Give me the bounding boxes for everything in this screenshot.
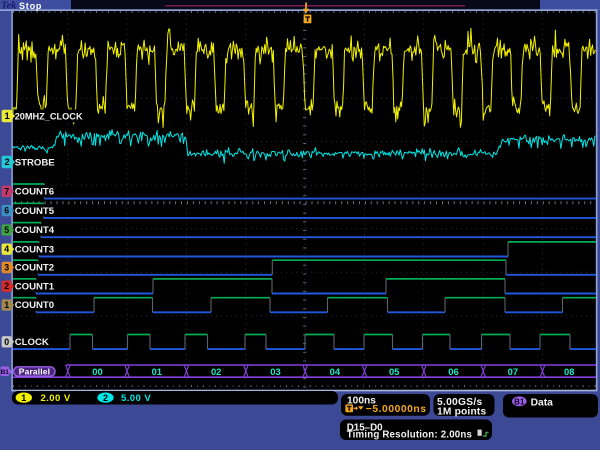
svg-text:1: 1 (21, 393, 26, 403)
svg-text:2: 2 (103, 393, 108, 403)
svg-text:4: 4 (4, 244, 9, 254)
svg-text:5: 5 (4, 225, 9, 235)
svg-text:COUNT6: COUNT6 (15, 187, 54, 198)
svg-text:CLOCK: CLOCK (15, 337, 49, 348)
svg-text:COUNT4: COUNT4 (15, 225, 55, 236)
svg-text:1: 1 (4, 110, 9, 121)
svg-text:2: 2 (4, 281, 9, 291)
svg-text:3: 3 (4, 263, 9, 273)
svg-text:Timing Resolution: 2.00ns: Timing Resolution: 2.00ns (347, 430, 472, 441)
svg-text:STROBE: STROBE (15, 158, 56, 169)
svg-text:Tek: Tek (1, 1, 17, 12)
svg-text:COUNT5: COUNT5 (15, 206, 55, 217)
svg-text:08: 08 (564, 366, 574, 377)
svg-text:02: 02 (211, 366, 221, 377)
svg-text:Data: Data (531, 397, 554, 408)
svg-text:07: 07 (508, 366, 518, 377)
svg-text:1: 1 (4, 300, 9, 310)
svg-text:05: 05 (389, 366, 399, 377)
svg-text:COUNT1: COUNT1 (15, 281, 55, 292)
svg-text:20MHZ_CLOCK: 20MHZ_CLOCK (15, 112, 83, 122)
svg-text:−5.00000ns: −5.00000ns (366, 404, 427, 415)
svg-text:00: 00 (92, 366, 102, 377)
svg-text:03: 03 (270, 366, 280, 377)
svg-text:5.00 V: 5.00 V (121, 393, 151, 404)
svg-text:B1: B1 (514, 397, 525, 406)
svg-text:COUNT2: COUNT2 (15, 263, 54, 274)
svg-text:B1: B1 (1, 369, 10, 376)
svg-text:04: 04 (330, 366, 341, 377)
svg-text:1M points: 1M points (437, 406, 486, 417)
svg-text:2.00 V: 2.00 V (41, 393, 71, 404)
svg-text:2: 2 (4, 156, 9, 167)
svg-text:6: 6 (4, 206, 9, 216)
svg-text:0: 0 (4, 337, 9, 347)
svg-text:01: 01 (152, 366, 162, 377)
svg-text:COUNT0: COUNT0 (15, 300, 54, 311)
svg-text:Stop: Stop (19, 1, 42, 11)
svg-text:06: 06 (448, 366, 458, 377)
svg-text:COUNT3: COUNT3 (15, 244, 54, 255)
svg-text:7: 7 (4, 186, 9, 196)
svg-text:Parallel: Parallel (19, 367, 50, 377)
